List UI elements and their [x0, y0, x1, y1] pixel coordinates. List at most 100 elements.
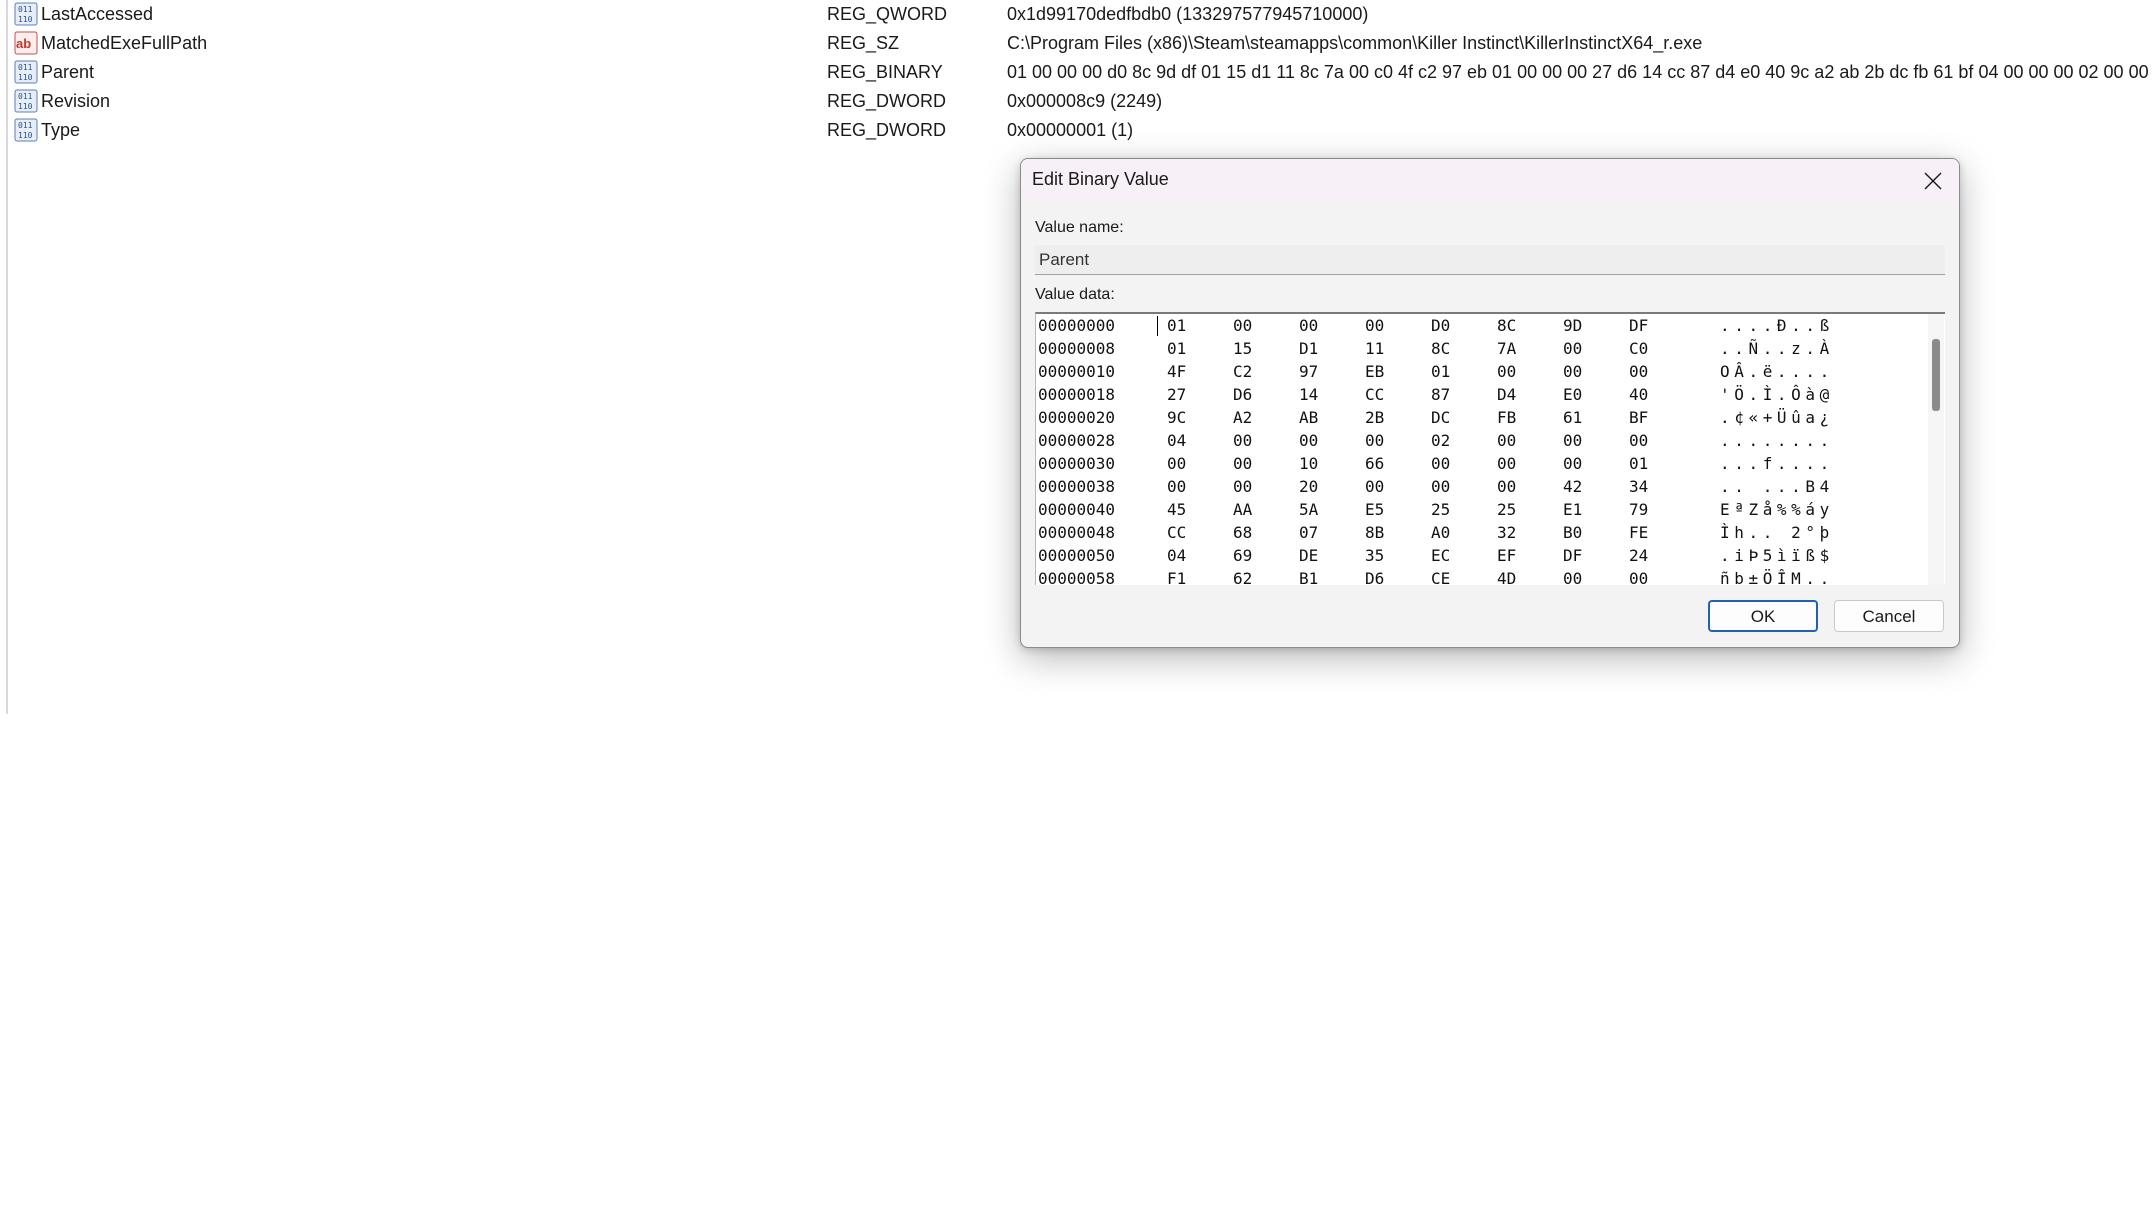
hex-byte[interactable]: AB: [1299, 406, 1318, 429]
hex-byte[interactable]: 00: [1299, 314, 1318, 337]
registry-value-row[interactable]: 011 110 Type REG_DWORD 0x00000001 (1): [0, 116, 2153, 145]
hex-ascii[interactable]: 'Ö.Ì.Ôà@: [1720, 383, 1834, 406]
hex-ascii[interactable]: ...f....: [1720, 452, 1834, 475]
hex-byte[interactable]: D4: [1497, 383, 1516, 406]
hex-byte[interactable]: 25: [1497, 498, 1516, 521]
registry-value-row[interactable]: 011 110 Parent REG_BINARY 01 00 00 00 d0 8c …: [0, 58, 2153, 87]
hex-byte[interactable]: 61: [1563, 406, 1582, 429]
hex-byte[interactable]: 15: [1233, 337, 1252, 360]
hex-byte[interactable]: 4D: [1497, 567, 1516, 585]
hex-byte[interactable]: 00: [1563, 452, 1582, 475]
hex-byte[interactable]: 00: [1233, 429, 1252, 452]
hex-byte[interactable]: DF: [1563, 544, 1582, 567]
hex-byte[interactable]: 42: [1563, 475, 1582, 498]
hex-byte[interactable]: 00: [1563, 337, 1582, 360]
hex-byte[interactable]: 45: [1167, 498, 1186, 521]
hex-byte[interactable]: C0: [1629, 337, 1648, 360]
hex-byte[interactable]: 00: [1299, 429, 1318, 452]
hex-byte[interactable]: 00: [1497, 429, 1516, 452]
hex-byte[interactable]: 02: [1431, 429, 1450, 452]
hex-byte[interactable]: D6: [1365, 567, 1384, 585]
hex-byte[interactable]: 10: [1299, 452, 1318, 475]
hex-ascii[interactable]: OÂ.ë....: [1720, 360, 1834, 383]
hex-byte[interactable]: 25: [1431, 498, 1450, 521]
hex-byte[interactable]: 8B: [1365, 521, 1384, 544]
hex-byte[interactable]: 62: [1233, 567, 1252, 585]
hex-byte[interactable]: DE: [1299, 544, 1318, 567]
hex-ascii[interactable]: ñb±ÖÎM..: [1720, 567, 1834, 585]
hex-byte[interactable]: E0: [1563, 383, 1582, 406]
hex-byte[interactable]: 01: [1431, 360, 1450, 383]
hex-byte[interactable]: 00: [1365, 429, 1384, 452]
hex-byte[interactable]: 24: [1629, 544, 1648, 567]
hex-byte[interactable]: 00: [1365, 314, 1384, 337]
value-data-hex-editor[interactable]: 00000000 01 00 00 00 D0 8C 9D DF ....Ð..ß 00000008…: [1035, 312, 1945, 585]
hex-byte[interactable]: AA: [1233, 498, 1252, 521]
hex-byte[interactable]: 69: [1233, 544, 1252, 567]
hex-byte[interactable]: 00: [1167, 452, 1186, 475]
hex-byte[interactable]: 00: [1563, 360, 1582, 383]
hex-byte[interactable]: 00: [1233, 314, 1252, 337]
hex-byte[interactable]: 00: [1563, 567, 1582, 585]
hex-byte[interactable]: 40: [1629, 383, 1648, 406]
hex-byte[interactable]: 01: [1167, 337, 1186, 360]
hex-ascii[interactable]: EªZå%%áy: [1720, 498, 1834, 521]
hex-byte[interactable]: E5: [1365, 498, 1384, 521]
hex-byte[interactable]: B0: [1563, 521, 1582, 544]
hex-ascii[interactable]: Ìh.. 2°þ: [1720, 521, 1834, 544]
hex-byte[interactable]: 04: [1167, 429, 1186, 452]
hex-byte[interactable]: 2B: [1365, 406, 1384, 429]
hex-byte[interactable]: 9C: [1167, 406, 1186, 429]
hex-byte[interactable]: 5A: [1299, 498, 1318, 521]
hex-byte[interactable]: 97: [1299, 360, 1318, 383]
hex-byte[interactable]: D6: [1233, 383, 1252, 406]
hex-byte[interactable]: 7A: [1497, 337, 1516, 360]
hex-byte[interactable]: 00: [1365, 475, 1384, 498]
hex-byte[interactable]: 01: [1167, 314, 1186, 337]
hex-ascii[interactable]: ..Ñ..z.À: [1720, 337, 1834, 360]
hex-byte[interactable]: 00: [1497, 360, 1516, 383]
registry-value-row[interactable]: 011 110 LastAccessed REG_QWORD 0x1d99170dedf…: [0, 0, 2153, 29]
hex-byte[interactable]: 4F: [1167, 360, 1186, 383]
hex-byte[interactable]: 00: [1233, 452, 1252, 475]
hex-byte[interactable]: 66: [1365, 452, 1384, 475]
hex-byte[interactable]: 8C: [1497, 314, 1516, 337]
hex-byte[interactable]: 11: [1365, 337, 1384, 360]
hex-byte[interactable]: DC: [1431, 406, 1450, 429]
hex-byte[interactable]: 27: [1167, 383, 1186, 406]
hex-byte[interactable]: 68: [1233, 521, 1252, 544]
hex-byte[interactable]: EF: [1497, 544, 1516, 567]
registry-value-row[interactable]: 011 110 Revision REG_DWORD 0x000008c9 (2249): [0, 87, 2153, 116]
hex-byte[interactable]: CC: [1365, 383, 1384, 406]
hex-byte[interactable]: D1: [1299, 337, 1318, 360]
hex-byte[interactable]: B1: [1299, 567, 1318, 585]
hex-byte[interactable]: BF: [1629, 406, 1648, 429]
hex-byte[interactable]: 34: [1629, 475, 1648, 498]
hex-ascii[interactable]: .¢«+Üûa¿: [1720, 406, 1834, 429]
hex-ascii[interactable]: .. ...B4: [1720, 475, 1834, 498]
hex-byte[interactable]: 00: [1629, 360, 1648, 383]
hex-byte[interactable]: FB: [1497, 406, 1516, 429]
hex-byte[interactable]: E1: [1563, 498, 1582, 521]
hex-byte[interactable]: F1: [1167, 567, 1186, 585]
ok-button[interactable]: OK: [1708, 600, 1818, 632]
hex-byte[interactable]: CE: [1431, 567, 1450, 585]
close-button[interactable]: [1913, 163, 1953, 199]
registry-value-row[interactable]: ab MatchedExeFullPath REG_SZ C:\Program Fil…: [0, 29, 2153, 58]
hex-byte[interactable]: 00: [1563, 429, 1582, 452]
hex-byte[interactable]: 9D: [1563, 314, 1582, 337]
hex-ascii[interactable]: ........: [1720, 429, 1834, 452]
hex-byte[interactable]: 00: [1431, 475, 1450, 498]
hex-byte[interactable]: DF: [1629, 314, 1648, 337]
hex-byte[interactable]: 00: [1497, 475, 1516, 498]
hex-byte[interactable]: 00: [1629, 567, 1648, 585]
hex-byte[interactable]: D0: [1431, 314, 1450, 337]
hex-scrollbar[interactable]: [1928, 314, 1944, 585]
hex-byte[interactable]: 32: [1497, 521, 1516, 544]
cancel-button[interactable]: Cancel: [1834, 600, 1944, 632]
hex-byte[interactable]: 00: [1629, 429, 1648, 452]
hex-byte[interactable]: FE: [1629, 521, 1648, 544]
hex-byte[interactable]: 00: [1167, 475, 1186, 498]
hex-byte[interactable]: 79: [1629, 498, 1648, 521]
hex-byte[interactable]: EC: [1431, 544, 1450, 567]
